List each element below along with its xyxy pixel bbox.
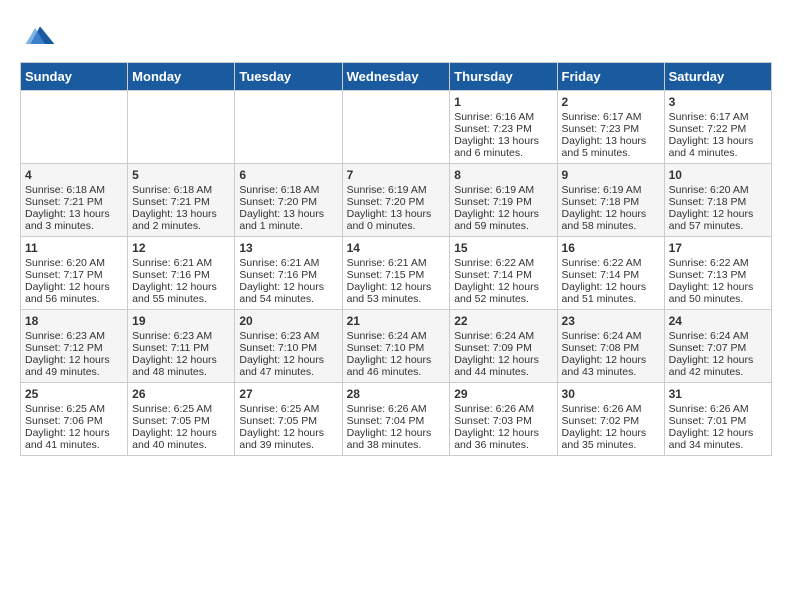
- day-number: 19: [132, 314, 230, 328]
- day-number: 13: [239, 241, 337, 255]
- day-number: 4: [25, 168, 123, 182]
- weekday-header-monday: Monday: [128, 63, 235, 91]
- empty-cell: [342, 91, 450, 164]
- day-cell-2: 2Sunrise: 6:17 AMSunset: 7:23 PMDaylight…: [557, 91, 664, 164]
- day-cell-15: 15Sunrise: 6:22 AMSunset: 7:14 PMDayligh…: [450, 237, 557, 310]
- day-number: 6: [239, 168, 337, 182]
- day-number: 29: [454, 387, 552, 401]
- day-number: 1: [454, 95, 552, 109]
- day-number: 7: [347, 168, 446, 182]
- empty-cell: [21, 91, 128, 164]
- day-cell-11: 11Sunrise: 6:20 AMSunset: 7:17 PMDayligh…: [21, 237, 128, 310]
- day-number: 8: [454, 168, 552, 182]
- day-cell-26: 26Sunrise: 6:25 AMSunset: 7:05 PMDayligh…: [128, 383, 235, 456]
- day-number: 27: [239, 387, 337, 401]
- week-row-3: 11Sunrise: 6:20 AMSunset: 7:17 PMDayligh…: [21, 237, 772, 310]
- day-number: 11: [25, 241, 123, 255]
- day-cell-6: 6Sunrise: 6:18 AMSunset: 7:20 PMDaylight…: [235, 164, 342, 237]
- day-number: 16: [562, 241, 660, 255]
- day-number: 5: [132, 168, 230, 182]
- day-cell-17: 17Sunrise: 6:22 AMSunset: 7:13 PMDayligh…: [664, 237, 771, 310]
- logo-icon: [24, 20, 56, 52]
- day-number: 23: [562, 314, 660, 328]
- week-row-1: 1Sunrise: 6:16 AMSunset: 7:23 PMDaylight…: [21, 91, 772, 164]
- day-cell-13: 13Sunrise: 6:21 AMSunset: 7:16 PMDayligh…: [235, 237, 342, 310]
- calendar: SundayMondayTuesdayWednesdayThursdayFrid…: [20, 62, 772, 456]
- weekday-header-saturday: Saturday: [664, 63, 771, 91]
- week-row-5: 25Sunrise: 6:25 AMSunset: 7:06 PMDayligh…: [21, 383, 772, 456]
- day-cell-21: 21Sunrise: 6:24 AMSunset: 7:10 PMDayligh…: [342, 310, 450, 383]
- day-cell-23: 23Sunrise: 6:24 AMSunset: 7:08 PMDayligh…: [557, 310, 664, 383]
- page-header: [20, 20, 772, 52]
- weekday-header-sunday: Sunday: [21, 63, 128, 91]
- day-cell-25: 25Sunrise: 6:25 AMSunset: 7:06 PMDayligh…: [21, 383, 128, 456]
- day-number: 26: [132, 387, 230, 401]
- day-number: 9: [562, 168, 660, 182]
- day-cell-31: 31Sunrise: 6:26 AMSunset: 7:01 PMDayligh…: [664, 383, 771, 456]
- day-cell-1: 1Sunrise: 6:16 AMSunset: 7:23 PMDaylight…: [450, 91, 557, 164]
- day-cell-10: 10Sunrise: 6:20 AMSunset: 7:18 PMDayligh…: [664, 164, 771, 237]
- day-number: 20: [239, 314, 337, 328]
- day-number: 28: [347, 387, 446, 401]
- day-cell-16: 16Sunrise: 6:22 AMSunset: 7:14 PMDayligh…: [557, 237, 664, 310]
- day-cell-24: 24Sunrise: 6:24 AMSunset: 7:07 PMDayligh…: [664, 310, 771, 383]
- weekday-header-thursday: Thursday: [450, 63, 557, 91]
- day-number: 3: [669, 95, 767, 109]
- day-cell-29: 29Sunrise: 6:26 AMSunset: 7:03 PMDayligh…: [450, 383, 557, 456]
- day-number: 12: [132, 241, 230, 255]
- day-number: 18: [25, 314, 123, 328]
- day-cell-4: 4Sunrise: 6:18 AMSunset: 7:21 PMDaylight…: [21, 164, 128, 237]
- weekday-header-wednesday: Wednesday: [342, 63, 450, 91]
- day-cell-28: 28Sunrise: 6:26 AMSunset: 7:04 PMDayligh…: [342, 383, 450, 456]
- day-number: 21: [347, 314, 446, 328]
- empty-cell: [235, 91, 342, 164]
- day-cell-30: 30Sunrise: 6:26 AMSunset: 7:02 PMDayligh…: [557, 383, 664, 456]
- day-number: 15: [454, 241, 552, 255]
- day-cell-19: 19Sunrise: 6:23 AMSunset: 7:11 PMDayligh…: [128, 310, 235, 383]
- day-number: 2: [562, 95, 660, 109]
- day-cell-7: 7Sunrise: 6:19 AMSunset: 7:20 PMDaylight…: [342, 164, 450, 237]
- day-number: 24: [669, 314, 767, 328]
- day-cell-12: 12Sunrise: 6:21 AMSunset: 7:16 PMDayligh…: [128, 237, 235, 310]
- day-number: 14: [347, 241, 446, 255]
- day-number: 31: [669, 387, 767, 401]
- week-row-4: 18Sunrise: 6:23 AMSunset: 7:12 PMDayligh…: [21, 310, 772, 383]
- day-cell-5: 5Sunrise: 6:18 AMSunset: 7:21 PMDaylight…: [128, 164, 235, 237]
- day-cell-9: 9Sunrise: 6:19 AMSunset: 7:18 PMDaylight…: [557, 164, 664, 237]
- day-cell-20: 20Sunrise: 6:23 AMSunset: 7:10 PMDayligh…: [235, 310, 342, 383]
- day-cell-8: 8Sunrise: 6:19 AMSunset: 7:19 PMDaylight…: [450, 164, 557, 237]
- day-number: 25: [25, 387, 123, 401]
- day-number: 10: [669, 168, 767, 182]
- weekday-header-row: SundayMondayTuesdayWednesdayThursdayFrid…: [21, 63, 772, 91]
- day-cell-27: 27Sunrise: 6:25 AMSunset: 7:05 PMDayligh…: [235, 383, 342, 456]
- empty-cell: [128, 91, 235, 164]
- day-cell-18: 18Sunrise: 6:23 AMSunset: 7:12 PMDayligh…: [21, 310, 128, 383]
- weekday-header-friday: Friday: [557, 63, 664, 91]
- day-number: 17: [669, 241, 767, 255]
- logo: [20, 20, 56, 52]
- day-cell-3: 3Sunrise: 6:17 AMSunset: 7:22 PMDaylight…: [664, 91, 771, 164]
- week-row-2: 4Sunrise: 6:18 AMSunset: 7:21 PMDaylight…: [21, 164, 772, 237]
- day-cell-22: 22Sunrise: 6:24 AMSunset: 7:09 PMDayligh…: [450, 310, 557, 383]
- weekday-header-tuesday: Tuesday: [235, 63, 342, 91]
- day-number: 22: [454, 314, 552, 328]
- day-cell-14: 14Sunrise: 6:21 AMSunset: 7:15 PMDayligh…: [342, 237, 450, 310]
- day-number: 30: [562, 387, 660, 401]
